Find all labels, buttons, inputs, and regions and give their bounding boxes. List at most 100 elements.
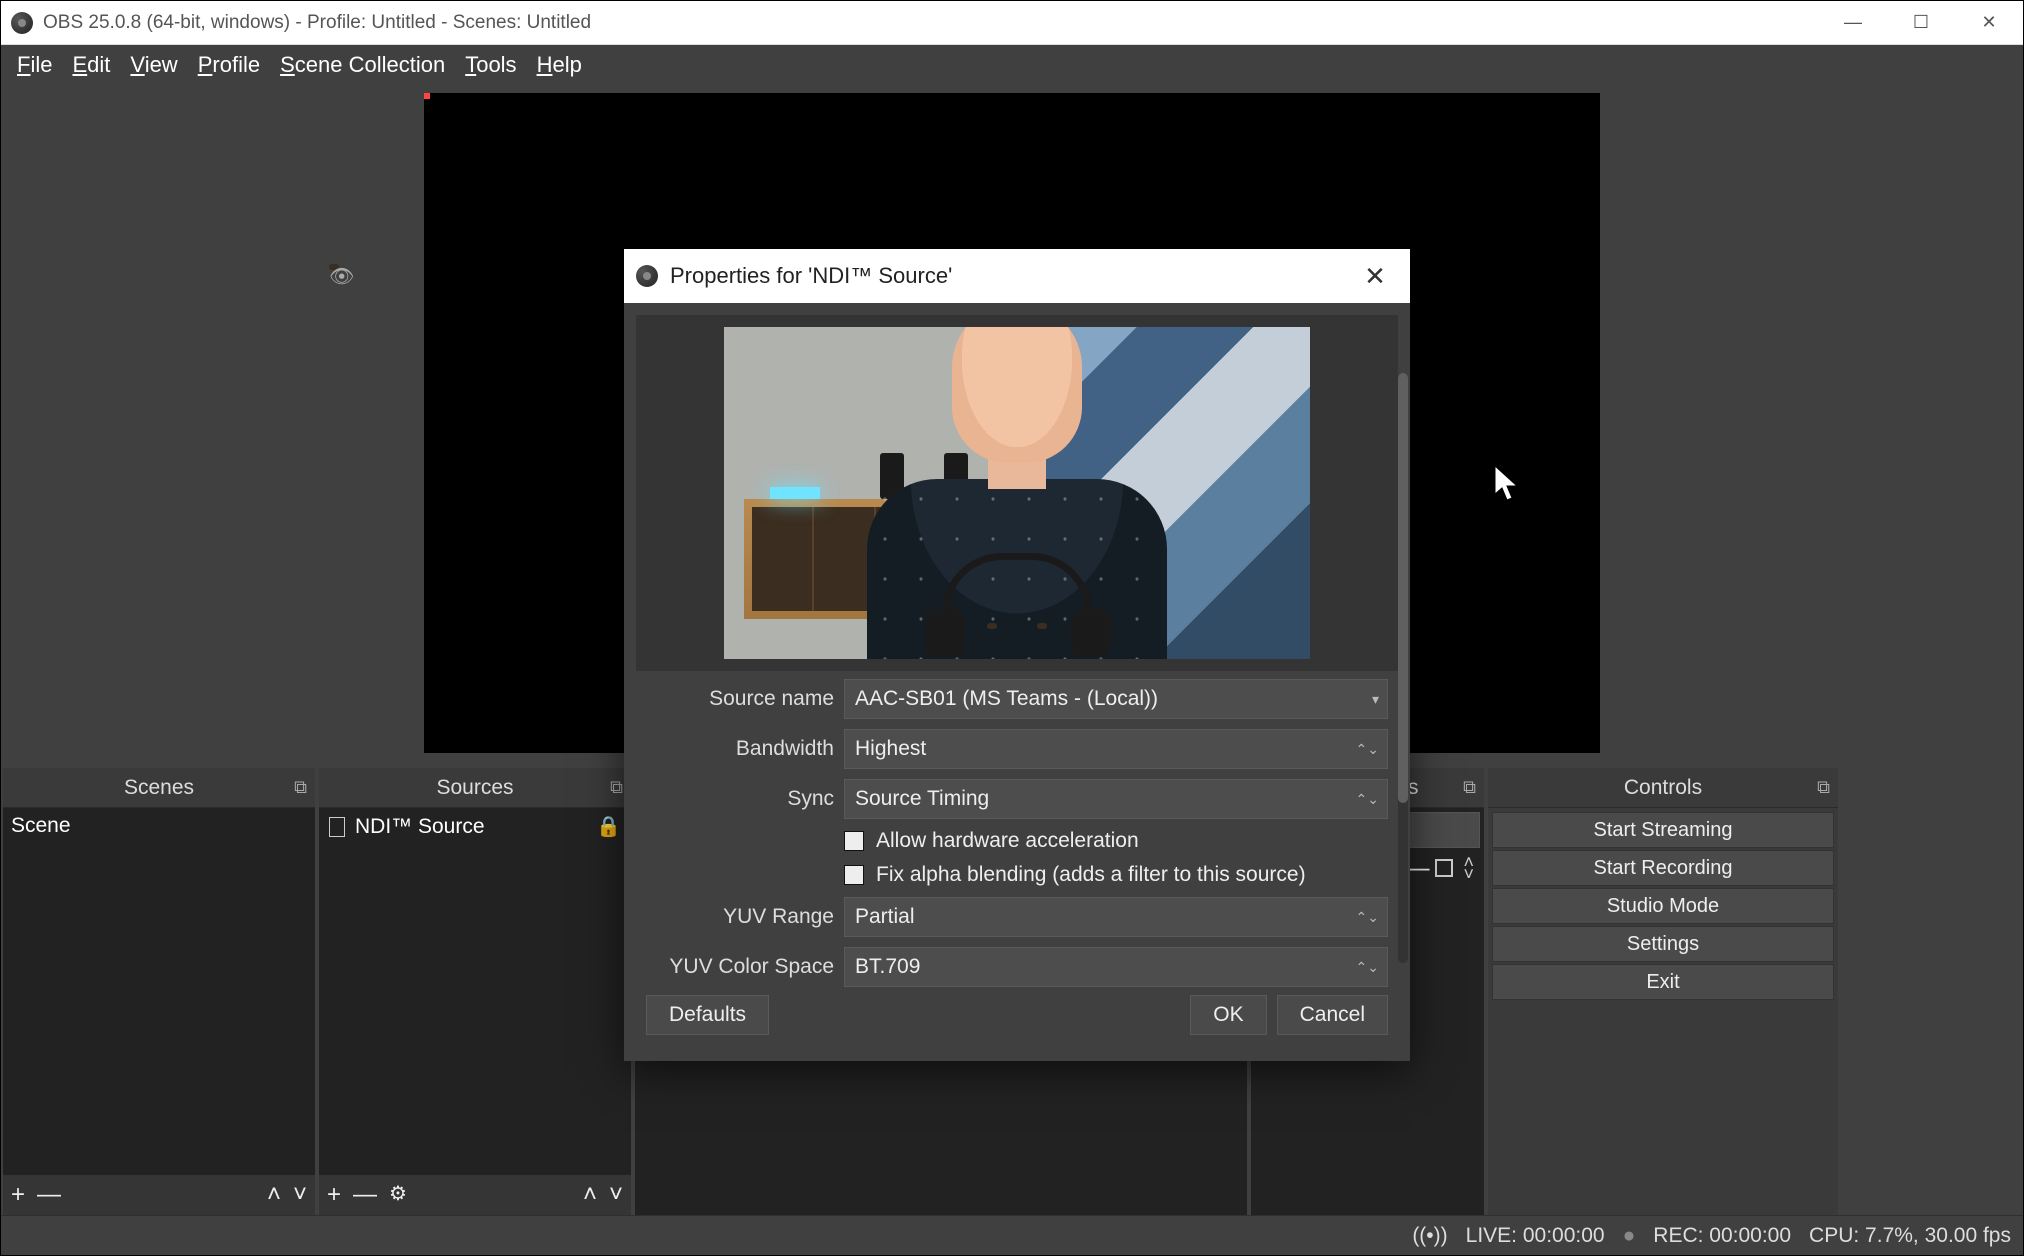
- source-properties-button[interactable]: [389, 1185, 409, 1205]
- window-controls: — ☐ ✕: [1819, 1, 2023, 44]
- source-item-label: NDI™ Source: [355, 815, 485, 839]
- yuv-range-label: YUV Range: [646, 905, 834, 929]
- properties-form: Source name AAC-SB01 (MS Teams - (Local)…: [636, 671, 1398, 987]
- controls-title: Controls: [1624, 776, 1702, 800]
- statusbar: ((•)) LIVE: 00:00:00 ● REC: 00:00:00 CPU…: [1, 1215, 2023, 1255]
- sources-toolbar: + — ˄ ˅: [319, 1175, 631, 1215]
- transition-properties-button[interactable]: [1435, 859, 1453, 877]
- obs-logo-icon: [636, 265, 658, 287]
- undock-icon[interactable]: ⧉: [1463, 777, 1476, 798]
- selection-handle-icon[interactable]: [424, 93, 430, 99]
- close-button[interactable]: ✕: [1955, 1, 2023, 44]
- move-scene-up-button[interactable]: ˄: [267, 1181, 281, 1209]
- add-source-button[interactable]: +: [327, 1181, 341, 1209]
- undock-icon[interactable]: ⧉: [1817, 777, 1830, 798]
- menu-help[interactable]: Help: [529, 48, 590, 82]
- sync-value: Source Timing: [855, 787, 989, 811]
- chevron-updown-icon[interactable]: ⌃⌄: [1356, 959, 1379, 976]
- move-scene-down-button[interactable]: ˅: [293, 1181, 307, 1209]
- source-preview: [724, 327, 1310, 659]
- window-title: OBS 25.0.8 (64-bit, windows) - Profile: …: [43, 12, 591, 34]
- settings-button[interactable]: Settings: [1492, 926, 1834, 962]
- undock-icon[interactable]: ⧉: [294, 777, 307, 798]
- titlebar: OBS 25.0.8 (64-bit, windows) - Profile: …: [1, 1, 2023, 45]
- chevron-down-icon[interactable]: ▾: [1372, 691, 1379, 708]
- yuv-space-select[interactable]: BT.709 ⌃⌄: [844, 947, 1388, 987]
- maximize-button[interactable]: ☐: [1887, 1, 1955, 44]
- dialog-body: Source name AAC-SB01 (MS Teams - (Local)…: [624, 303, 1410, 1061]
- source-type-icon: [329, 817, 345, 837]
- controls-header: Controls ⧉: [1488, 768, 1838, 808]
- bandwidth-label: Bandwidth: [646, 737, 834, 761]
- fix-alpha-label: Fix alpha blending (adds a filter to thi…: [876, 863, 1306, 887]
- dialog-titlebar: Properties for 'NDI™ Source' ✕: [624, 249, 1410, 303]
- bandwidth-select[interactable]: Highest ⌃⌄: [844, 729, 1388, 769]
- start-recording-button[interactable]: Start Recording: [1492, 850, 1834, 886]
- hw-accel-checkbox[interactable]: [844, 831, 864, 851]
- remove-scene-button[interactable]: —: [37, 1181, 61, 1209]
- menu-edit[interactable]: Edit: [64, 48, 118, 82]
- menu-view[interactable]: View: [122, 48, 185, 82]
- sources-panel: Sources ⧉ NDI™ Source 👁 🔒 + — ˄ ˅: [319, 768, 631, 1215]
- menu-scene-collection[interactable]: Scene Collection: [272, 48, 453, 82]
- add-scene-button[interactable]: +: [11, 1181, 25, 1209]
- menu-file[interactable]: File: [9, 48, 60, 82]
- scenes-toolbar: + — ˄ ˅: [3, 1175, 315, 1215]
- dialog-title: Properties for 'NDI™ Source': [670, 263, 952, 289]
- yuv-range-value: Partial: [855, 905, 915, 929]
- menu-tools[interactable]: Tools: [457, 48, 524, 82]
- live-time: LIVE: 00:00:00: [1466, 1224, 1605, 1248]
- start-streaming-button[interactable]: Start Streaming: [1492, 812, 1834, 848]
- ok-button[interactable]: OK: [1190, 995, 1266, 1035]
- cpu-fps: CPU: 7.7%, 30.00 fps: [1809, 1224, 2011, 1248]
- sync-select[interactable]: Source Timing ⌃⌄: [844, 779, 1388, 819]
- obs-logo-icon: [11, 12, 33, 34]
- remove-source-button[interactable]: —: [353, 1181, 377, 1209]
- transition-reorder[interactable]: ˄˅: [1459, 854, 1478, 882]
- scenes-header: Scenes ⧉: [3, 768, 315, 808]
- chevron-updown-icon[interactable]: ⌃⌄: [1356, 909, 1379, 926]
- fix-alpha-checkbox[interactable]: [844, 865, 864, 885]
- undock-icon[interactable]: ⧉: [610, 777, 623, 798]
- menu-profile[interactable]: Profile: [190, 48, 268, 82]
- stream-status-icon: ((•)): [1412, 1224, 1447, 1248]
- bandwidth-value: Highest: [855, 737, 926, 761]
- hw-accel-label: Allow hardware acceleration: [876, 829, 1139, 853]
- chevron-updown-icon[interactable]: ⌃⌄: [1356, 791, 1379, 808]
- dialog-buttons: Defaults OK Cancel: [636, 987, 1398, 1049]
- studio-mode-button[interactable]: Studio Mode: [1492, 888, 1834, 924]
- scene-item[interactable]: Scene: [3, 808, 315, 844]
- chevron-updown-icon[interactable]: ⌃⌄: [1356, 741, 1379, 758]
- dialog-scrollbar[interactable]: [1398, 373, 1408, 963]
- lock-toggle-icon[interactable]: 🔒: [596, 814, 621, 839]
- yuv-range-select[interactable]: Partial ⌃⌄: [844, 897, 1388, 937]
- scenes-title: Scenes: [124, 776, 194, 800]
- move-source-down-button[interactable]: ˅: [609, 1181, 623, 1209]
- menubar: File Edit View Profile Scene Collection …: [1, 45, 2023, 85]
- scrollbar-thumb[interactable]: [1398, 373, 1408, 803]
- scenes-list[interactable]: Scene: [3, 808, 315, 1175]
- sources-header: Sources ⧉: [319, 768, 631, 808]
- sync-label: Sync: [646, 787, 834, 811]
- yuv-space-label: YUV Color Space: [646, 955, 834, 979]
- source-name-value[interactable]: AAC-SB01 (MS Teams - (Local)): [855, 687, 1377, 711]
- minimize-button[interactable]: —: [1819, 1, 1887, 44]
- yuv-space-value: BT.709: [855, 955, 920, 979]
- properties-dialog: Properties for 'NDI™ Source' ✕ Source na…: [624, 249, 1410, 1061]
- scenes-panel: Scenes ⧉ Scene + — ˄ ˅: [3, 768, 315, 1215]
- move-source-up-button[interactable]: ˄: [583, 1181, 597, 1209]
- source-name-combo[interactable]: AAC-SB01 (MS Teams - (Local)) ▾: [844, 679, 1388, 719]
- source-name-label: Source name: [646, 687, 834, 711]
- fix-alpha-row[interactable]: Fix alpha blending (adds a filter to thi…: [844, 863, 1388, 887]
- sources-list[interactable]: NDI™ Source 👁 🔒: [319, 808, 631, 1175]
- hw-accel-row[interactable]: Allow hardware acceleration: [844, 829, 1388, 853]
- sources-title: Sources: [436, 776, 513, 800]
- cancel-button[interactable]: Cancel: [1277, 995, 1388, 1035]
- rec-status-icon: ●: [1623, 1224, 1636, 1248]
- visibility-toggle-icon[interactable]: 👁: [329, 264, 339, 270]
- rec-time: REC: 00:00:00: [1653, 1224, 1791, 1248]
- exit-button[interactable]: Exit: [1492, 964, 1834, 1000]
- source-item[interactable]: NDI™ Source 👁 🔒: [319, 808, 631, 845]
- dialog-close-button[interactable]: ✕: [1352, 261, 1398, 292]
- defaults-button[interactable]: Defaults: [646, 995, 769, 1035]
